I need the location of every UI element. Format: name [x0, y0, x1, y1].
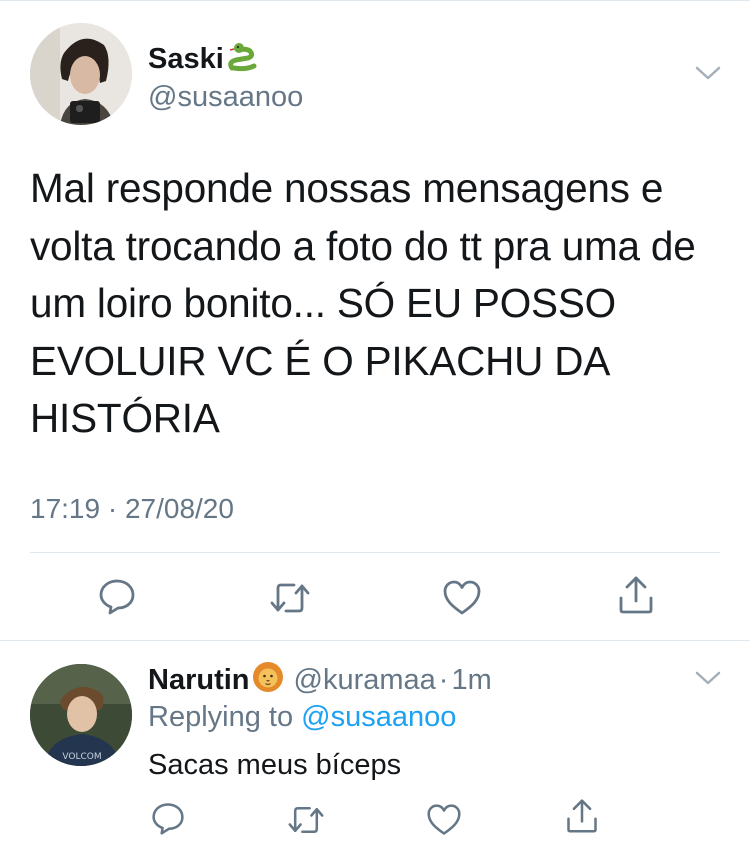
chevron-down-icon[interactable] [694, 670, 722, 686]
like-icon [443, 580, 481, 615]
reply-header[interactable]: Narutin @kuramaa · 1m [148, 661, 492, 701]
top-divider [0, 0, 750, 1]
tweet-text: Mal responde nossas mensagens e volta tr… [30, 165, 696, 441]
reply-icon [99, 579, 135, 615]
share-button[interactable] [560, 794, 604, 838]
tweet-age: 1m [451, 664, 492, 696]
lion-emoji [252, 661, 284, 701]
timestamp[interactable]: 17:19 · 27/08/20 [30, 493, 234, 525]
avatar-photo: VOLCOM [30, 664, 132, 766]
chevron-down-icon[interactable] [694, 65, 722, 81]
snake-emoji [226, 40, 258, 80]
share-icon [567, 799, 597, 833]
mention-link[interactable]: @susaanoo [301, 701, 456, 733]
like-button[interactable] [422, 798, 466, 842]
share-icon [619, 576, 653, 614]
avatar[interactable]: VOLCOM [30, 664, 132, 766]
replying-to: Replying to @susaanoo [148, 701, 456, 734]
reply-icon [152, 803, 184, 835]
reply-text: Sacas meus bíceps [148, 749, 402, 781]
divider [0, 640, 750, 641]
replying-prefix: Replying to [148, 701, 294, 733]
handle: @kuramaa [293, 664, 436, 696]
retweet-button[interactable] [268, 576, 312, 620]
avatar[interactable] [30, 23, 132, 125]
retweet-icon [270, 583, 310, 613]
reply-button[interactable] [95, 574, 139, 618]
retweet-icon [288, 807, 324, 833]
avatar-shirt-text: VOLCOM [62, 752, 101, 762]
handle[interactable]: @susaanoo [148, 81, 303, 114]
reply-button[interactable] [146, 796, 190, 840]
avatar-photo [30, 23, 132, 125]
separator: · [438, 664, 449, 696]
retweet-button[interactable] [284, 798, 328, 842]
display-name: Narutin [148, 664, 250, 696]
like-icon [427, 804, 461, 835]
like-button[interactable] [440, 576, 484, 620]
divider [30, 552, 720, 553]
share-button[interactable] [614, 573, 658, 617]
display-name[interactable]: Saski [148, 40, 258, 80]
